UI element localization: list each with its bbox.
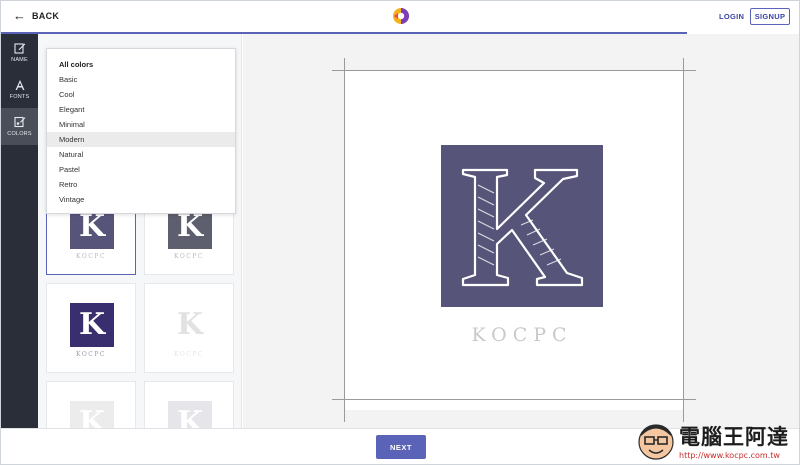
- guide-line: [332, 70, 696, 71]
- dropdown-item-minimal[interactable]: Minimal: [47, 117, 235, 132]
- nav-item-label: NAME: [11, 57, 28, 63]
- guide-line: [332, 399, 696, 400]
- logo-option[interactable]: K: [46, 381, 136, 428]
- dropdown-item-modern[interactable]: Modern: [47, 132, 235, 147]
- palette-icon: [13, 116, 25, 128]
- dropdown-item-vintage[interactable]: Vintage: [47, 192, 235, 207]
- color-category-dropdown[interactable]: All colors Basic Cool Elegant Minimal Mo…: [46, 48, 236, 214]
- dropdown-item-natural[interactable]: Natural: [47, 147, 235, 162]
- preview-canvas: KOCPC: [243, 34, 799, 428]
- logo-option[interactable]: K: [144, 381, 234, 428]
- app-logo-icon: [393, 8, 409, 24]
- top-bar: ← BACK LOGIN SIGNUP: [1, 1, 799, 34]
- edit-icon: [13, 43, 25, 54]
- watermark-title: 電腦王阿達: [679, 425, 789, 449]
- logo-option[interactable]: K KOCPC: [46, 283, 136, 373]
- dropdown-item-cool[interactable]: Cool: [47, 87, 235, 102]
- dropdown-item-elegant[interactable]: Elegant: [47, 102, 235, 117]
- dropdown-item-retro[interactable]: Retro: [47, 177, 235, 192]
- logo-option-caption: KOCPC: [76, 351, 106, 358]
- logo-option[interactable]: K KOCPC: [144, 283, 234, 373]
- dropdown-item-basic[interactable]: Basic: [47, 72, 235, 87]
- left-sidebar: NAME FONTS COLORS: [1, 34, 38, 428]
- nav-item-name[interactable]: NAME: [1, 34, 38, 71]
- next-button[interactable]: NEXT: [376, 435, 426, 459]
- logo-option-mark: K: [168, 303, 212, 347]
- nav-item-fonts[interactable]: FONTS: [1, 71, 38, 108]
- logo-mark: [441, 145, 603, 307]
- logo-option-caption: KOCPC: [174, 253, 204, 260]
- back-button[interactable]: ← BACK: [13, 8, 60, 23]
- sketch-letter-k-graphic: [461, 168, 584, 287]
- back-label: BACK: [32, 11, 60, 21]
- logo-option-mark: K: [70, 401, 114, 428]
- watermark: 電腦王阿達 http://www.kocpc.com.tw: [633, 420, 799, 464]
- logo-artboard: KOCPC: [332, 58, 696, 422]
- dropdown-item-all-colors[interactable]: All colors: [47, 57, 235, 72]
- font-icon: [15, 80, 24, 90]
- nav-item-label: FONTS: [9, 94, 30, 100]
- watermark-url: http://www.kocpc.com.tw: [679, 451, 780, 460]
- nav-item-label: COLORS: [7, 131, 32, 137]
- arrow-left-icon: ←: [13, 8, 26, 23]
- logo-option-mark: K: [70, 303, 114, 347]
- guide-line: [344, 58, 345, 422]
- signup-button[interactable]: SIGNUP: [750, 8, 790, 25]
- logo-option-mark: K: [168, 401, 212, 428]
- login-link[interactable]: LOGIN: [719, 12, 744, 21]
- nav-item-colors[interactable]: COLORS: [1, 108, 38, 145]
- logo-option-caption: KOCPC: [174, 351, 204, 358]
- app-window: ← BACK LOGIN SIGNUP NAME FONTS COLORS K …: [0, 0, 800, 465]
- mascot-face-icon: [638, 424, 674, 460]
- dropdown-item-pastel[interactable]: Pastel: [47, 162, 235, 177]
- logo-caption: KOCPC: [471, 324, 573, 346]
- logo-option-caption: KOCPC: [76, 253, 106, 260]
- guide-line: [683, 58, 684, 422]
